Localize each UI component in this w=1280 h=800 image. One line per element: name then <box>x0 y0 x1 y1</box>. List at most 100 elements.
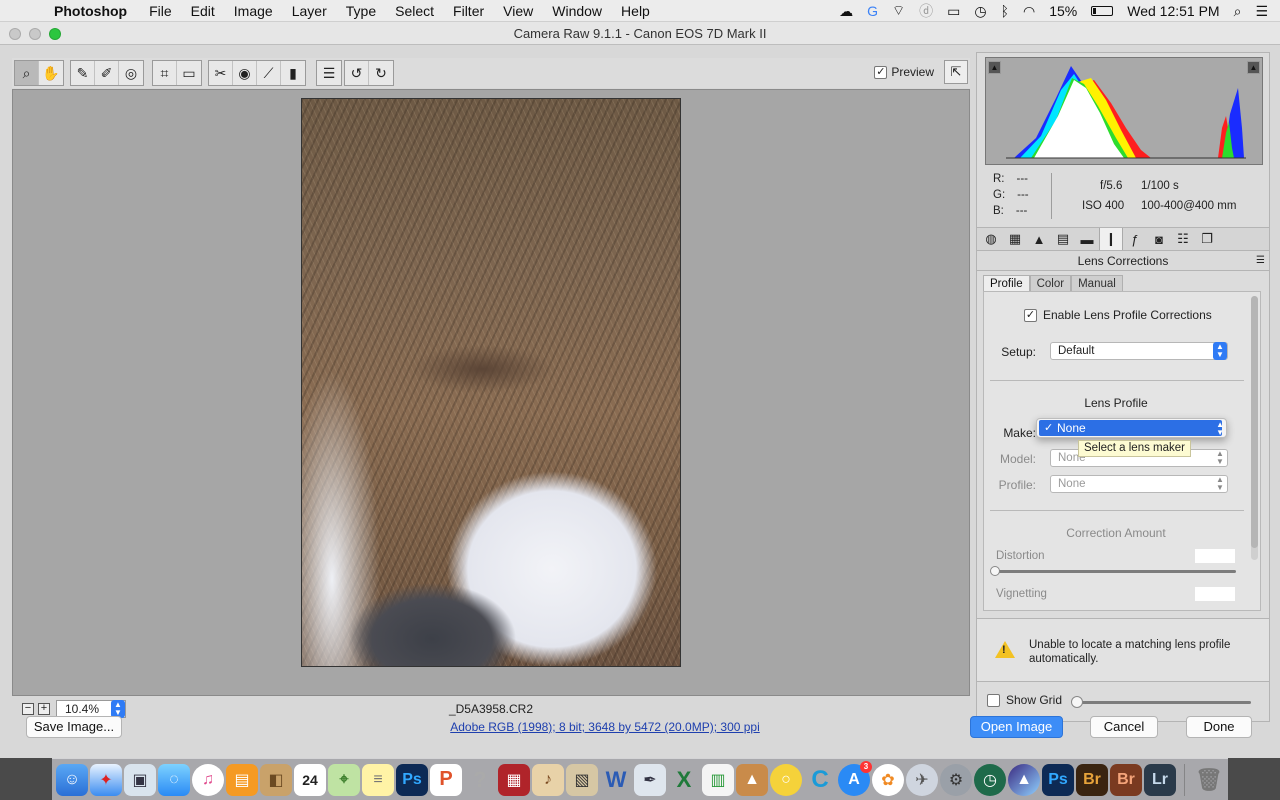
powerpoint-icon[interactable]: P <box>430 763 462 796</box>
time-machine-dock-icon[interactable]: ◷ <box>974 763 1006 796</box>
distortion-value-field[interactable] <box>1194 548 1236 564</box>
zoom-tool-icon[interactable]: ⌕ <box>15 61 39 85</box>
menu-filter[interactable]: Filter <box>453 3 484 19</box>
spotlight-search-icon[interactable]: ⌕ <box>1234 3 1242 20</box>
google-drive-icon[interactable]: G <box>867 3 878 19</box>
safari-icon[interactable]: ✦ <box>90 763 122 796</box>
tab-manual[interactable]: Manual <box>1071 275 1123 291</box>
profile-select[interactable]: None ▲ ▼ <box>1050 475 1228 493</box>
bridge-icon[interactable]: Br <box>1076 763 1108 796</box>
spot-removal-tool-icon[interactable]: ✂ <box>209 61 233 85</box>
menu-edit[interactable]: Edit <box>191 3 215 19</box>
menu-layer[interactable]: Layer <box>292 3 327 19</box>
notification-center-icon[interactable]: ☰ <box>1255 3 1268 20</box>
photoshop-running-icon[interactable]: Ps <box>1042 763 1074 796</box>
hsl-tab-icon[interactable]: ▤ <box>1051 228 1075 250</box>
numbers-icon[interactable]: ▥ <box>702 763 734 796</box>
graduated-filter-icon[interactable]: ▮ <box>281 61 305 85</box>
enable-profile-row[interactable]: ✓ Enable Lens Profile Corrections <box>1024 308 1212 322</box>
calendar-icon[interactable]: 24 <box>294 763 326 796</box>
preview-checkbox[interactable]: ✓ <box>874 65 888 79</box>
save-image-button[interactable]: Save Image... <box>26 716 122 738</box>
straighten-tool-icon[interactable]: ▭ <box>177 61 201 85</box>
excel-icon[interactable]: X <box>668 764 700 796</box>
bluetooth-icon[interactable]: ᛒ <box>1001 3 1009 19</box>
show-grid-checkbox[interactable] <box>987 693 1000 707</box>
ibooks-icon[interactable]: ▤ <box>226 763 258 796</box>
notes-icon[interactable]: ≡ <box>362 763 394 796</box>
distortion-slider-thumb[interactable] <box>990 566 1000 576</box>
camera-calibration-tab-icon[interactable]: ◙ <box>1147 228 1171 250</box>
creative-cloud-icon[interactable]: ☁ <box>839 3 853 20</box>
battery-icon[interactable] <box>1091 6 1114 16</box>
preview-app-icon[interactable]: ▣ <box>124 763 156 796</box>
maps-icon[interactable]: ⌖ <box>328 763 360 796</box>
detail-tab-icon[interactable]: ▲ <box>1027 228 1051 250</box>
menu-file[interactable]: File <box>149 3 172 19</box>
lens-corrections-tab-icon[interactable]: ❙ <box>1099 228 1123 250</box>
make-option-none[interactable]: ✓ None ▲ ▼ <box>1039 420 1224 437</box>
show-grid-row[interactable]: Show Grid <box>987 693 1062 707</box>
open-image-button[interactable]: Open Image <box>970 716 1063 738</box>
mountain-app-icon[interactable]: ▲ <box>1008 763 1040 796</box>
scrollbar-thumb[interactable] <box>1251 296 1258 548</box>
menu-clock[interactable]: Wed 12:51 PM <box>1127 3 1219 19</box>
lightroom-icon[interactable]: Lr <box>1144 763 1176 796</box>
split-toning-tab-icon[interactable]: ▬ <box>1075 228 1099 250</box>
pen-tool-app-icon[interactable]: ✒ <box>634 763 666 796</box>
garageband-icon[interactable]: ♪ <box>532 763 564 796</box>
basic-tab-icon[interactable]: ◍ <box>979 228 1003 250</box>
messages-icon[interactable]: ◌ <box>158 763 190 796</box>
itunes-icon[interactable]: ♫ <box>192 763 224 796</box>
keynote-icon[interactable]: ▲ <box>736 763 768 796</box>
grid-size-slider-thumb[interactable] <box>1071 696 1083 708</box>
done-button[interactable]: Done <box>1186 716 1252 738</box>
setup-select[interactable]: Default ▲ ▼ <box>1050 342 1228 360</box>
menu-view[interactable]: View <box>503 3 533 19</box>
raw-photo-preview[interactable] <box>301 98 681 667</box>
app-store-icon[interactable]: A3 <box>838 760 872 796</box>
tab-color[interactable]: Color <box>1029 275 1072 291</box>
norton-icon[interactable]: ○ <box>770 763 802 796</box>
targeted-adjustment-tool-icon[interactable]: ◎ <box>119 61 143 85</box>
rotate-right-icon[interactable]: ↻ <box>369 61 393 85</box>
photos-icon[interactable]: ✿ <box>872 763 904 796</box>
photoshop-dock-icon[interactable]: Ps <box>396 763 428 796</box>
crop-tool-icon[interactable]: ⌗ <box>153 61 177 85</box>
rotate-left-icon[interactable]: ↺ <box>345 61 369 85</box>
finder-icon[interactable]: ☺ <box>56 763 88 796</box>
trash-icon[interactable]: 🗑 <box>1193 764 1225 796</box>
menu-help[interactable]: Help <box>621 3 650 19</box>
dashlane-icon[interactable]: ⓓ <box>919 1 933 21</box>
adjustment-brush-icon[interactable]: ⟋ <box>257 61 281 85</box>
tab-profile[interactable]: Profile <box>983 275 1030 291</box>
subpanel-scrollbar[interactable] <box>1251 296 1258 560</box>
presets-tab-icon[interactable]: ☷ <box>1171 228 1195 250</box>
minimize-window-button[interactable] <box>29 28 41 40</box>
preview-toggle[interactable]: ✓ Preview <box>874 65 934 79</box>
maximize-window-button[interactable] <box>49 28 61 40</box>
help-icon[interactable]: ? <box>464 764 496 796</box>
menu-app-name[interactable]: Photoshop <box>54 3 127 19</box>
distortion-slider[interactable] <box>992 570 1236 573</box>
enable-profile-checkbox[interactable]: ✓ <box>1024 308 1037 322</box>
hand-tool-icon[interactable]: ✋ <box>39 61 63 85</box>
cancel-button[interactable]: Cancel <box>1090 716 1158 738</box>
time-machine-icon[interactable]: ◷ <box>974 3 986 20</box>
bridge-cc-icon[interactable]: Br <box>1110 763 1142 796</box>
photo-booth-icon[interactable]: ▦ <box>498 763 530 796</box>
workflow-options-link[interactable]: Adobe RGB (1998); 8 bit; 3648 by 5472 (2… <box>300 720 910 734</box>
menu-select[interactable]: Select <box>395 3 434 19</box>
menu-image[interactable]: Image <box>234 3 273 19</box>
vignetting-value-field[interactable] <box>1194 586 1236 602</box>
wifi-tethering-icon[interactable]: ⌔ <box>892 2 905 20</box>
red-eye-tool-icon[interactable]: ◉ <box>233 61 257 85</box>
image-capture-icon[interactable]: ▧ <box>566 763 598 796</box>
contacts-icon[interactable]: ◧ <box>260 763 292 796</box>
system-preferences-icon[interactable]: ⚙ <box>940 763 972 796</box>
airplay-icon[interactable]: ▭ <box>947 3 960 20</box>
menu-type[interactable]: Type <box>346 3 376 19</box>
launchpad-icon[interactable]: ✈ <box>906 763 938 796</box>
fullscreen-toggle-icon[interactable]: ⇱ <box>944 60 968 84</box>
snapshots-tab-icon[interactable]: ❐ <box>1195 228 1219 250</box>
